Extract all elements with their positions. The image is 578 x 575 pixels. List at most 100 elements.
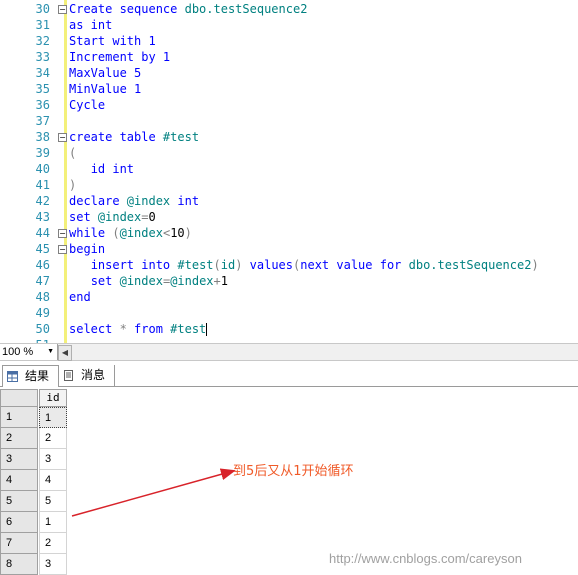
collapse-icon[interactable]: − — [58, 245, 67, 254]
document-icon — [64, 370, 73, 381]
table-row[interactable]: 55 — [0, 491, 67, 512]
query-editor[interactable]: 30− Create sequence dbo.testSequence2 31 as… — [0, 0, 578, 343]
code-line[interactable]: 49 — [0, 305, 578, 321]
code-line[interactable]: 40 id int — [0, 161, 578, 177]
code-line[interactable]: 43 set @index=0 — [0, 209, 578, 225]
code-line[interactable]: 50 select * from #test — [0, 321, 578, 337]
code-line[interactable]: 41) — [0, 177, 578, 193]
code-token: next value for — [300, 258, 409, 272]
collapse-icon[interactable]: − — [58, 5, 67, 14]
code-line[interactable]: 44− while (@index<10) — [0, 225, 578, 241]
table-row[interactable]: 33 — [0, 449, 67, 470]
cell-id[interactable]: 2 — [39, 428, 67, 449]
line-number: 33 — [35, 50, 50, 64]
code-token: MaxValue 5 — [69, 66, 142, 80]
code-text: declare @index int — [69, 193, 199, 209]
cell-id[interactable]: 1 — [39, 407, 67, 428]
column-header-id[interactable]: id — [39, 389, 67, 407]
code-token: 10 — [170, 226, 185, 240]
cell-id[interactable]: 3 — [39, 449, 67, 470]
chevron-down-icon[interactable]: ▼ — [47, 344, 54, 360]
code-line[interactable]: 38− create table #test — [0, 129, 578, 145]
code-token: dbo.testSequence2 — [184, 2, 308, 16]
cell-id[interactable]: 3 — [39, 554, 67, 575]
code-line[interactable]: 31 as int — [0, 17, 578, 33]
cell-id[interactable]: 4 — [39, 470, 67, 491]
table-row[interactable]: 61 — [0, 512, 67, 533]
code-token: ) — [531, 258, 539, 272]
row-header[interactable]: 7 — [0, 533, 38, 554]
code-text: end — [69, 289, 91, 305]
code-token: id — [220, 258, 236, 272]
row-header[interactable]: 5 — [0, 491, 38, 512]
scroll-left-arrow-icon[interactable]: ◀ — [58, 345, 72, 361]
table-row[interactable]: 11 — [0, 407, 67, 428]
line-number: 50 — [35, 322, 50, 336]
row-header[interactable]: 4 — [0, 470, 38, 491]
collapse-icon[interactable]: − — [58, 229, 67, 238]
row-header[interactable]: 6 — [0, 512, 38, 533]
code-line[interactable]: 37 — [0, 113, 578, 129]
row-header[interactable]: 3 — [0, 449, 38, 470]
table-row[interactable]: 44 — [0, 470, 67, 491]
tab-results[interactable]: 结果 — [2, 365, 59, 387]
cell-id[interactable]: 2 — [39, 533, 67, 554]
table-row[interactable]: 72 — [0, 533, 67, 554]
code-text: Increment by 1 — [69, 49, 170, 65]
watermark-url: http://www.cnblogs.com/careyson — [329, 551, 522, 566]
code-token: while — [69, 226, 113, 240]
code-token: insert into — [90, 258, 178, 272]
code-text: as int — [69, 17, 112, 33]
cell-id[interactable]: 1 — [39, 512, 67, 533]
code-line[interactable]: 30− Create sequence dbo.testSequence2 — [0, 1, 578, 17]
code-token: Cycle — [69, 98, 106, 112]
code-token: set — [90, 274, 120, 288]
row-header[interactable]: 8 — [0, 554, 38, 575]
code-token: @index — [119, 274, 163, 288]
tab-messages[interactable]: 消息 — [59, 365, 115, 386]
code-token: @index — [126, 194, 171, 208]
code-token: values — [242, 258, 294, 272]
code-token: select — [69, 322, 120, 336]
code-line[interactable]: 39 ( — [0, 145, 578, 161]
row-header[interactable]: 2 — [0, 428, 38, 449]
code-token: = — [141, 210, 149, 224]
line-number: 40 — [35, 162, 50, 176]
code-line[interactable]: 48 end — [0, 289, 578, 305]
tab-messages-label: 消息 — [81, 368, 106, 382]
code-line[interactable]: 46 insert into #test(id) values(next val… — [0, 257, 578, 273]
code-token: ( — [213, 258, 221, 272]
code-line[interactable]: 45− begin — [0, 241, 578, 257]
line-number: 38 — [35, 130, 50, 144]
code-line[interactable]: 35 MinValue 1 — [0, 81, 578, 97]
grid-corner-select-all[interactable] — [0, 389, 38, 407]
code-token: @index — [170, 274, 214, 288]
row-header[interactable]: 1 — [0, 407, 38, 428]
cell-id[interactable]: 5 — [39, 491, 67, 512]
line-number: 49 — [35, 306, 50, 320]
table-row[interactable]: 83 — [0, 554, 67, 575]
code-token: Create sequence — [69, 2, 185, 16]
collapse-icon[interactable]: − — [58, 133, 67, 142]
code-line[interactable]: 34 MaxValue 5 — [0, 65, 578, 81]
code-token: end — [69, 290, 91, 304]
line-number: 39 — [35, 146, 50, 160]
code-line[interactable]: 33 Increment by 1 — [0, 49, 578, 65]
table-row[interactable]: 22 — [0, 428, 67, 449]
code-line[interactable]: 47 set @index=@index+1 — [0, 273, 578, 289]
code-token: @index — [119, 226, 163, 240]
line-number: 47 — [35, 274, 50, 288]
code-line[interactable]: 42 declare @index int — [0, 193, 578, 209]
code-token: from — [134, 322, 171, 336]
code-line[interactable]: 32 Start with 1 — [0, 33, 578, 49]
zoom-dropdown[interactable]: 100 % ▼ — [0, 344, 58, 360]
code-text: set @index=0 — [69, 209, 156, 225]
line-number: 31 — [35, 18, 50, 32]
code-token: #test — [162, 130, 200, 144]
code-text: id int — [69, 161, 134, 177]
code-line[interactable]: 36 Cycle — [0, 97, 578, 113]
code-text: select * from #test — [69, 321, 208, 337]
code-text: begin — [69, 241, 105, 257]
code-text: MaxValue 5 — [69, 65, 141, 81]
